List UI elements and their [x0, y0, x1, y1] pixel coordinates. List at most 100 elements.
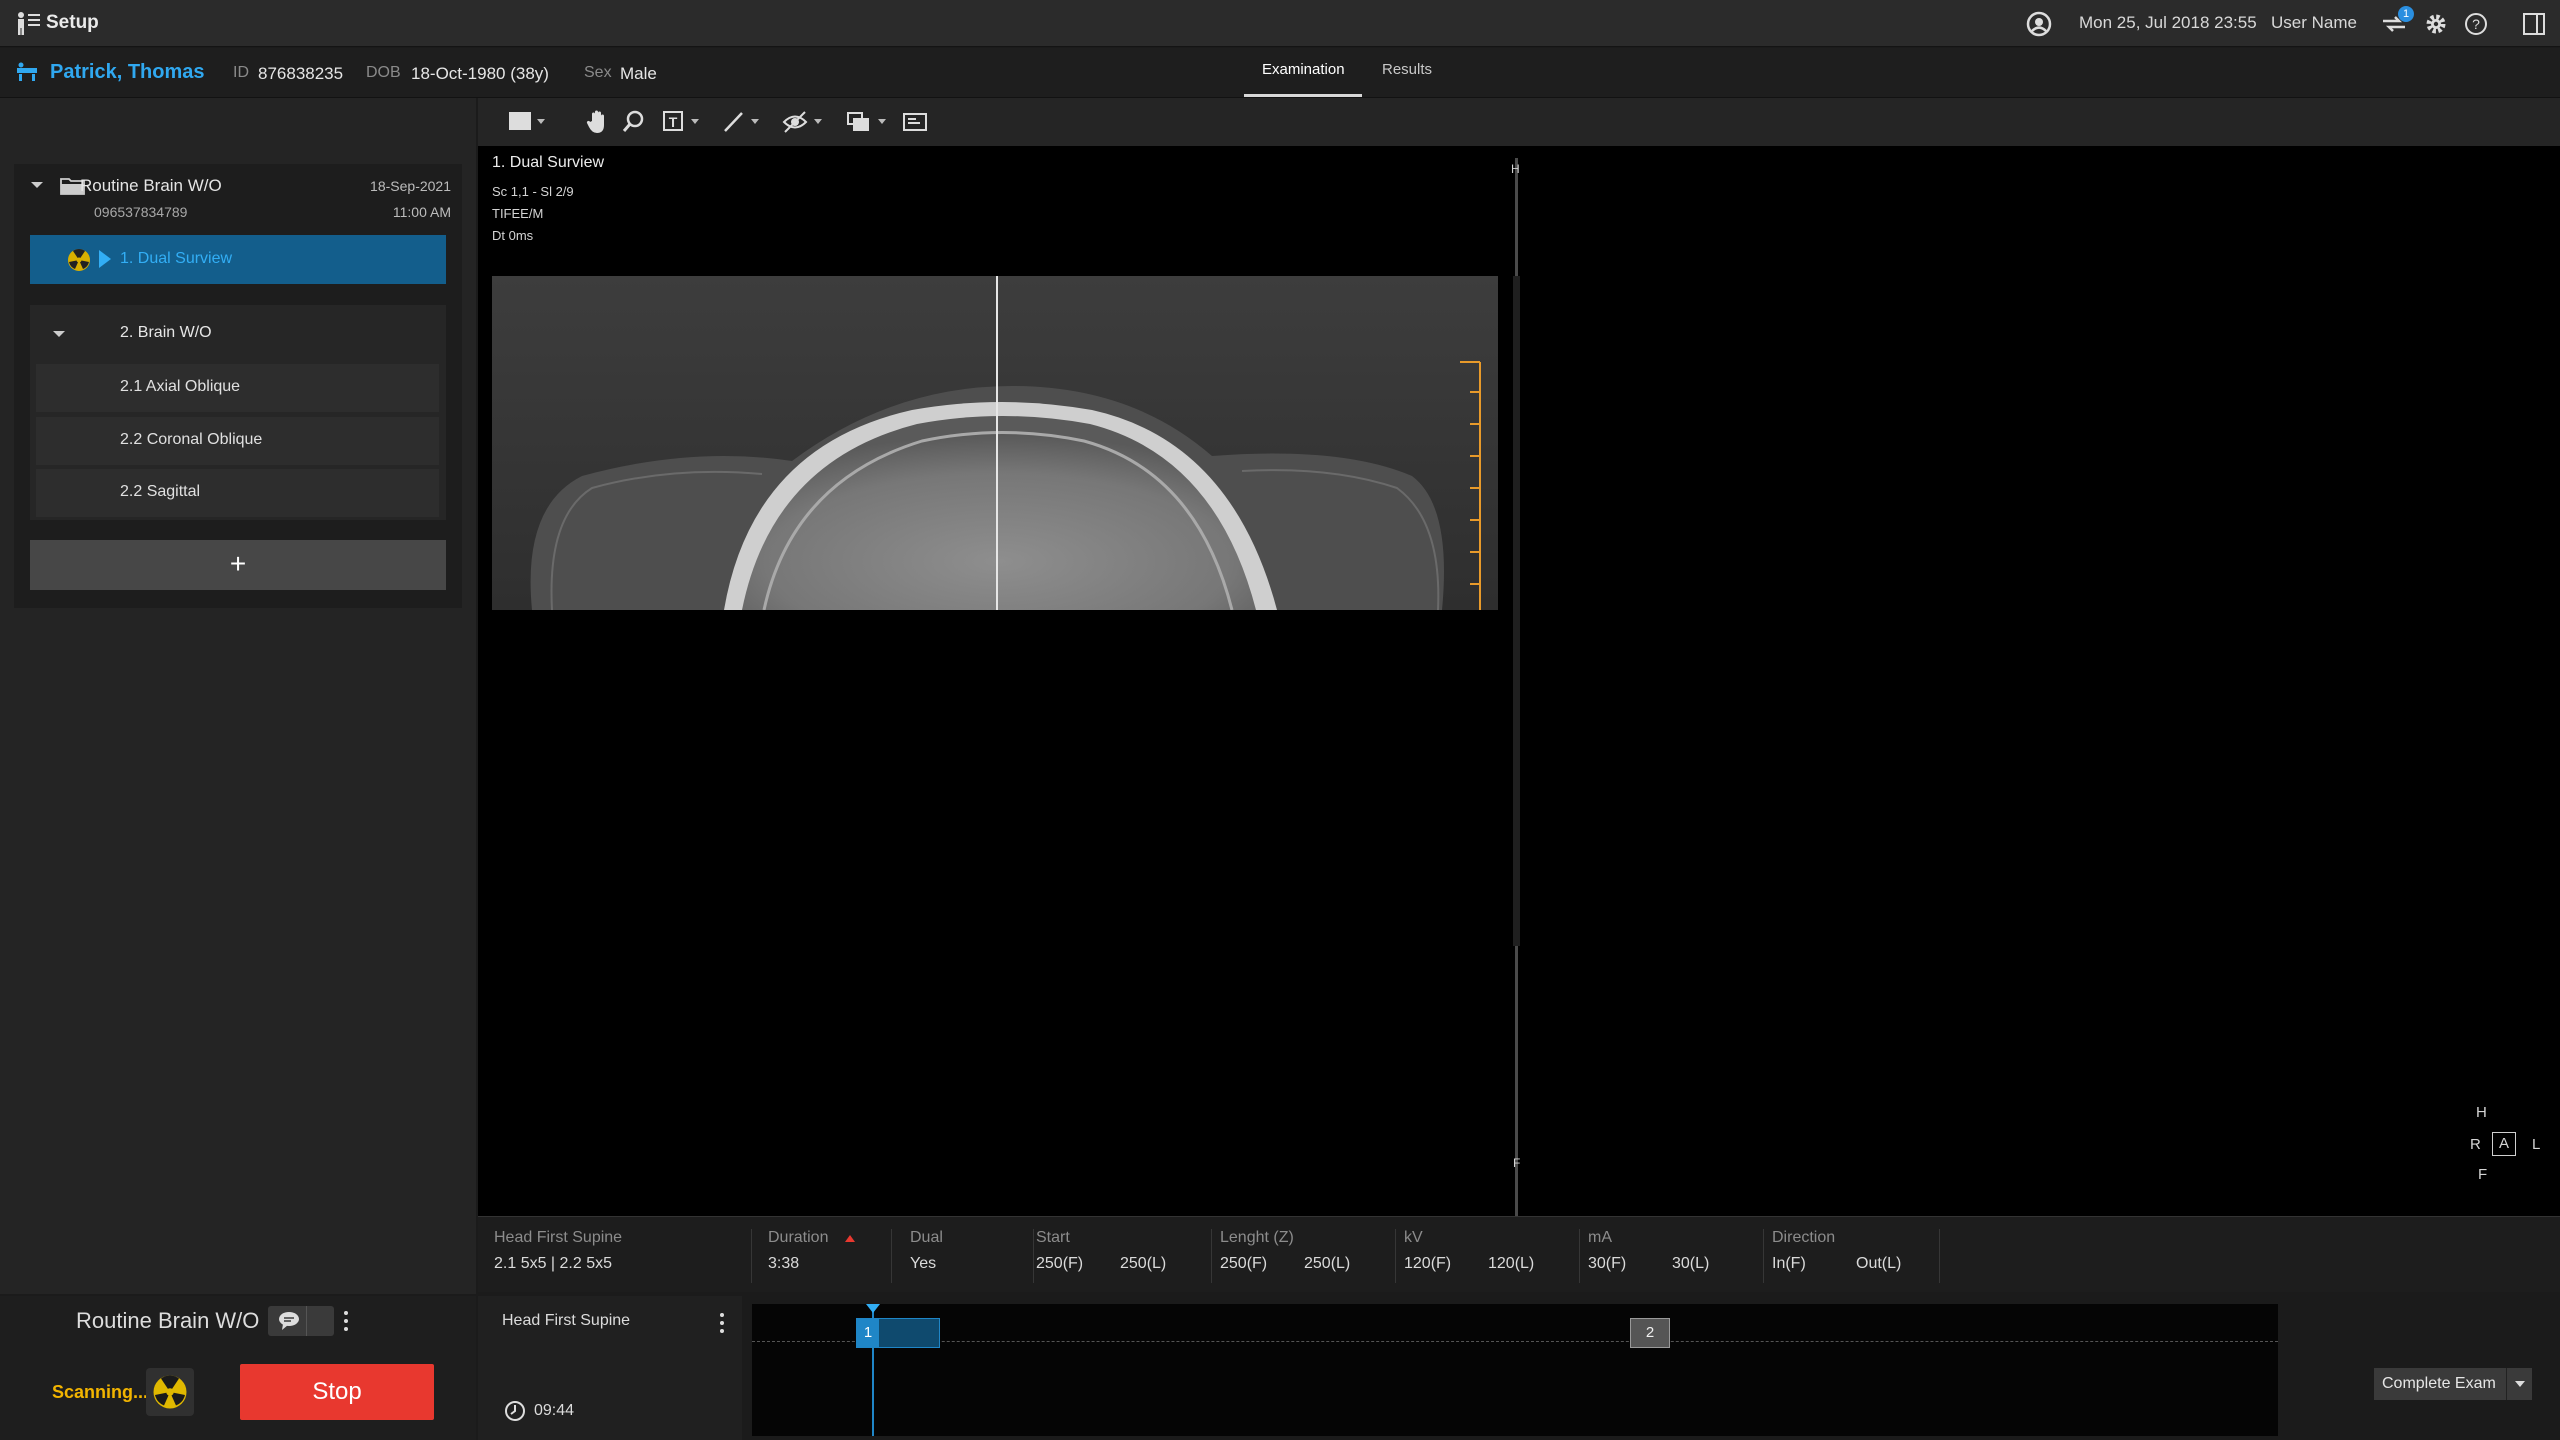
overlay-select-icon[interactable] [846, 109, 894, 135]
stop-scan-button[interactable]: Stop [240, 1364, 434, 1420]
param-direction[interactable]: Direction In(F) Out(L) [1772, 1229, 1940, 1283]
slice-scrollbar-thumb[interactable] [1513, 276, 1520, 946]
patient-id: 876838235 [258, 64, 344, 83]
param-position[interactable]: Head First Supine 2.1 5x5 | 2.2 5x5 [494, 1229, 752, 1283]
fit-to-window-icon[interactable] [902, 109, 928, 135]
patient-sex: Male [620, 64, 657, 83]
series-title: 1. Dual Surview [492, 154, 605, 171]
scan-item-label: 2.2 Sagittal [120, 483, 201, 500]
param-value: 3:38 [768, 1255, 800, 1272]
radiation-icon [153, 1375, 187, 1409]
image-viewport[interactable]: 1. Dual Surview Sc 1,1 - Sl 2/9 TIFEE/M … [478, 146, 2560, 1216]
orientation-right: R [2470, 1136, 2481, 1153]
scale-top-marker: H [1511, 162, 1520, 176]
exam-date: 18-Sep-2021 [370, 178, 451, 194]
param-header: kV [1404, 1229, 1423, 1246]
complete-exam-label: Complete Exam [2382, 1375, 2496, 1392]
param-value: In(F) [1772, 1255, 1806, 1272]
visibility-toggle-icon[interactable] [782, 109, 830, 135]
patient-table-icon [17, 62, 37, 81]
scan-timeline[interactable]: 1 2 [752, 1304, 2278, 1436]
scan-item-axial-oblique[interactable]: 2.1 Axial Oblique [36, 364, 439, 412]
scan-item-sagittal[interactable]: 2.2 Sagittal [36, 469, 439, 517]
elapsed-time: 09:44 [534, 1402, 575, 1419]
chevron-down-icon[interactable] [52, 329, 66, 339]
radiation-icon [68, 249, 90, 271]
complete-exam-button[interactable]: Complete Exam [2374, 1368, 2532, 1400]
scanning-status: Scanning... [52, 1382, 149, 1402]
timeline-cursor-marker-icon [866, 1304, 880, 1313]
panel-toggle-icon[interactable] [2520, 10, 2548, 38]
triangle-up-icon [844, 1235, 855, 1242]
orientation-head: H [2476, 1104, 2487, 1121]
help-icon[interactable]: ? [2462, 10, 2490, 38]
scan-item-label: 1. Dual Surview [120, 250, 233, 267]
more-options-icon[interactable] [342, 1310, 350, 1332]
comment-button[interactable] [268, 1306, 334, 1336]
patient-sex-label: Sex [584, 64, 612, 81]
scan-group-title[interactable]: 2. Brain W/O [120, 324, 212, 342]
scale-bottom-marker: F [1513, 1156, 1521, 1170]
settings-gear-icon[interactable] [2422, 10, 2450, 38]
pan-hand-icon[interactable] [586, 109, 610, 135]
tab-examination[interactable]: Examination [1262, 61, 1345, 78]
param-ma[interactable]: mA 30(F) 30(L) [1588, 1229, 1764, 1283]
param-value: 30(F) [1588, 1255, 1627, 1272]
exam-title[interactable]: Routine Brain W/O [80, 176, 222, 196]
user-name[interactable]: User Name [2271, 13, 2357, 33]
zoom-icon[interactable] [622, 109, 646, 135]
exam-time: 11:00 AM [392, 204, 451, 220]
param-start[interactable]: Start 250(F) 250(L) [1036, 1229, 1212, 1283]
param-header: Dual [910, 1229, 943, 1246]
more-options-icon[interactable] [718, 1312, 726, 1334]
orientation-anterior[interactable]: A [2492, 1132, 2516, 1156]
complete-exam-dropdown[interactable] [2506, 1368, 2532, 1400]
play-arrow-icon [99, 250, 111, 268]
series-info-sequence: TIFEE/M [492, 206, 544, 221]
measure-line-icon[interactable] [722, 109, 766, 135]
series-info-slice: Sc 1,1 - Sl 2/9 [492, 184, 574, 199]
viewer-toolbar: T [478, 98, 2560, 146]
param-value: 120(L) [1488, 1255, 1535, 1272]
svg-text:T: T [669, 114, 678, 130]
param-value: 250(L) [1304, 1255, 1351, 1272]
patient-id-label: ID [233, 64, 249, 81]
param-length[interactable]: Lenght (Z) 250(F) 250(L) [1220, 1229, 1396, 1283]
orientation-feet: F [2478, 1166, 2488, 1183]
series-info-delay: Dt 0ms [492, 228, 534, 243]
layout-select-icon[interactable] [508, 110, 548, 134]
scan-item-coronal-oblique[interactable]: 2.2 Coronal Oblique [36, 417, 439, 465]
timeline-info: Head First Supine 09:44 [478, 1296, 742, 1440]
param-header: Start [1036, 1229, 1070, 1246]
notification-badge: 1 [2398, 6, 2414, 22]
param-value: Yes [910, 1255, 937, 1272]
exam-accession-id: 096537834789 [94, 204, 188, 220]
scan-block-number: 1 [857, 1319, 879, 1347]
scan-item-dual-surview[interactable]: 1. Dual Surview [30, 235, 446, 284]
surview-image[interactable] [492, 276, 1498, 610]
param-dual[interactable]: Dual Yes [910, 1229, 1034, 1283]
scanner-status-icon[interactable] [2025, 10, 2053, 38]
param-value: 250(F) [1220, 1255, 1268, 1272]
param-value: 30(L) [1672, 1255, 1710, 1272]
param-value: 2.1 5x5 | 2.2 5x5 [494, 1255, 613, 1272]
app-title: Setup [46, 12, 99, 33]
clock-icon [505, 1401, 525, 1421]
comment-icon [279, 1312, 299, 1330]
patient-name[interactable]: Patrick, Thomas [50, 61, 205, 84]
active-tab-indicator [1244, 94, 1362, 97]
tab-results[interactable]: Results [1382, 61, 1432, 78]
param-duration[interactable]: Duration 3:38 [768, 1229, 892, 1283]
add-scan-button[interactable]: + [30, 540, 446, 590]
timeline-track [752, 1341, 2278, 1342]
text-annotation-icon[interactable]: T [662, 109, 706, 135]
timeline-cursor[interactable] [872, 1304, 874, 1436]
chevron-down-icon [2515, 1381, 2525, 1387]
scan-block-2[interactable]: 2 [1630, 1318, 1670, 1348]
system-datetime: Mon 25, Jul 2018 23:55 [2079, 13, 2257, 32]
chevron-down-icon[interactable] [30, 180, 44, 190]
orientation-left: L [2532, 1136, 2541, 1153]
patient-bar: Patrick, Thomas ID 876838235 DOB 18-Oct-… [0, 48, 2560, 98]
scan-block-1[interactable]: 1 [856, 1318, 940, 1348]
param-kv[interactable]: kV 120(F) 120(L) [1404, 1229, 1580, 1283]
